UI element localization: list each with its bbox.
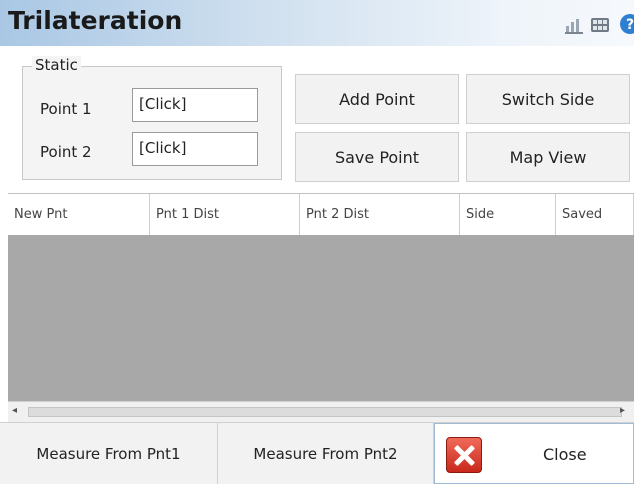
measure-from-pnt1-button[interactable]: Measure From Pnt1 (0, 423, 218, 484)
keyboard-icon[interactable] (591, 16, 609, 34)
table-header: New Pnt Pnt 1 Dist Pnt 2 Dist Side Saved (8, 193, 634, 237)
add-point-button[interactable]: Add Point (295, 74, 459, 124)
bar-chart-icon[interactable] (565, 16, 583, 34)
column-header-pnt2-dist[interactable]: Pnt 2 Dist (300, 194, 460, 236)
column-header-saved[interactable]: Saved (556, 194, 634, 236)
map-view-button[interactable]: Map View (466, 132, 630, 182)
svg-text:?: ? (626, 17, 634, 33)
scroll-right-icon[interactable]: ▸ (620, 405, 625, 416)
column-header-side[interactable]: Side (460, 194, 556, 236)
close-label: Close (543, 445, 587, 464)
save-point-button[interactable]: Save Point (295, 132, 459, 182)
close-icon (446, 437, 482, 473)
bottom-toolbar: Measure From Pnt1 Measure From Pnt2 Clos… (0, 422, 634, 484)
switch-side-button[interactable]: Switch Side (466, 74, 630, 124)
title-bar: Trilateration ? (0, 0, 634, 46)
scrollbar-track[interactable] (28, 407, 622, 417)
horizontal-scrollbar[interactable]: ◂ ▸ (8, 401, 634, 423)
point1-label: Point 1 (40, 100, 92, 118)
point1-field[interactable]: [Click] (132, 88, 258, 122)
measure-from-pnt2-button[interactable]: Measure From Pnt2 (218, 423, 434, 484)
data-grid[interactable] (8, 235, 634, 401)
point2-label: Point 2 (40, 143, 92, 161)
point2-field[interactable]: [Click] (132, 132, 258, 166)
close-button[interactable]: Close (434, 423, 634, 484)
help-icon[interactable]: ? (618, 14, 634, 34)
column-header-pnt1-dist[interactable]: Pnt 1 Dist (150, 194, 300, 236)
window-title: Trilateration (8, 6, 183, 35)
column-header-new-pnt[interactable]: New Pnt (8, 194, 150, 236)
scroll-left-icon[interactable]: ◂ (12, 405, 17, 416)
static-group-label: Static (32, 56, 81, 74)
